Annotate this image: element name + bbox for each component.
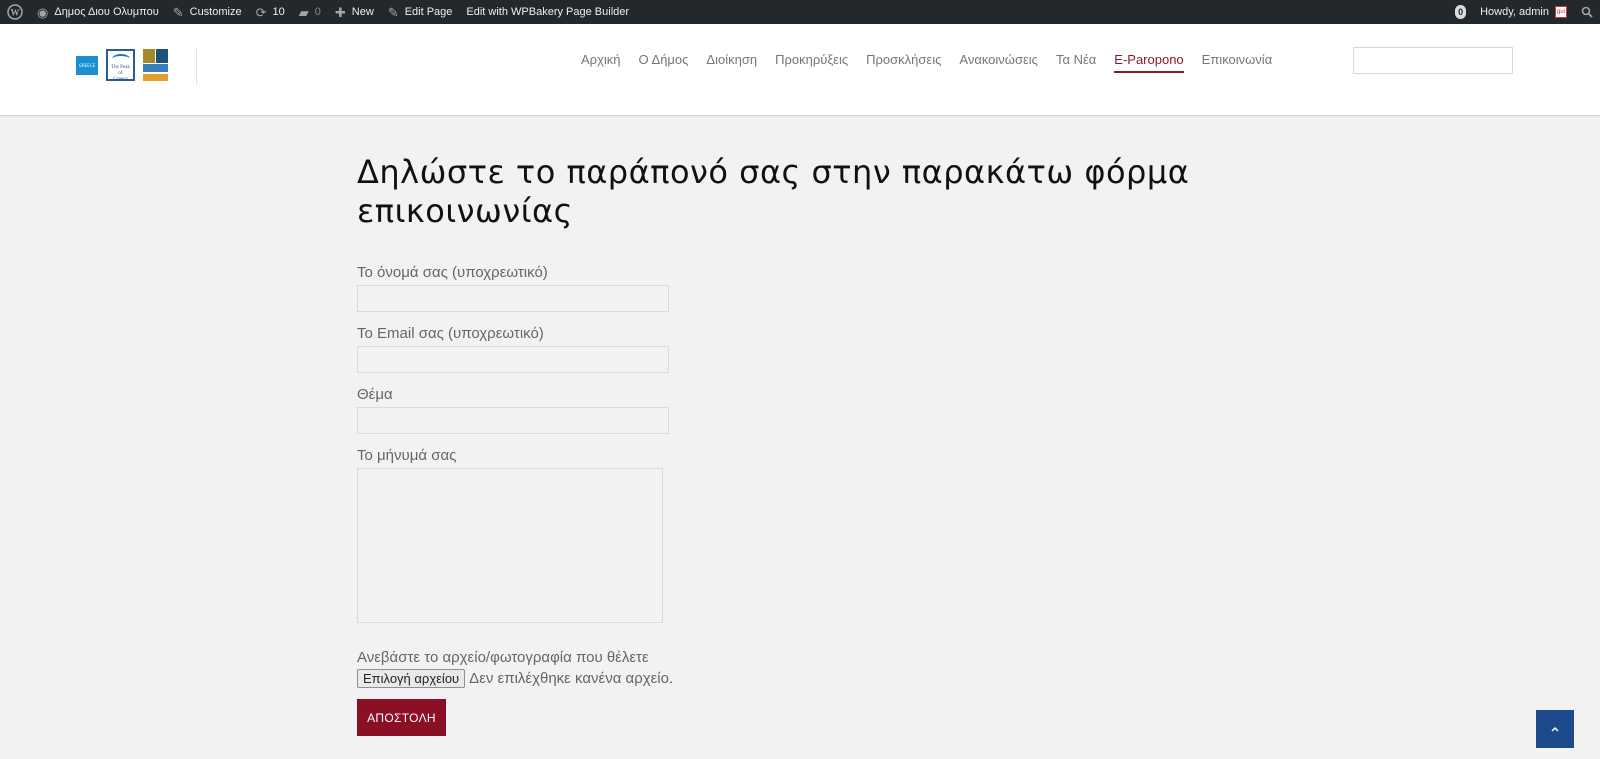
message-field-group: Το μήνυμά σας xyxy=(357,447,1257,623)
main-content: Δηλώστε το παράπονό σας στην παρακάτω φό… xyxy=(357,153,1257,736)
site-name-label: Δημος Διου Ολυμπου xyxy=(54,6,159,18)
logo-divider xyxy=(196,49,197,85)
subject-field-group: Θέμα xyxy=(357,386,1257,434)
plus-icon: ✚ xyxy=(334,4,346,20)
nav-item-invitations[interactable]: Προσκλήσεις xyxy=(866,52,941,73)
nav-item-e-paropono[interactable]: E-Paropono xyxy=(1114,52,1185,73)
peak-logo-line1: The Peak xyxy=(111,65,130,70)
nav-item-announcements-tenders[interactable]: Προκηρύξεις xyxy=(775,52,848,73)
nav-item-notices[interactable]: Ανακοινώσεις xyxy=(959,52,1038,73)
search-icon xyxy=(1581,6,1593,18)
submit-button[interactable]: ΑΠΟΣΤΟΛΗ xyxy=(357,699,446,736)
customize-link[interactable]: ✎ Customize xyxy=(166,0,249,24)
new-label: New xyxy=(351,6,374,18)
subject-label: Θέμα xyxy=(357,386,393,403)
file-status-text: Δεν επιλέχθηκε κανένα αρχείο. xyxy=(469,670,674,687)
site-search xyxy=(1353,47,1525,74)
pencil-icon: ✎ xyxy=(387,4,399,20)
back-to-top-button[interactable] xyxy=(1536,710,1574,748)
logo-group[interactable]: GREECE The Peak of Greece xyxy=(76,49,169,83)
logo-band-blue xyxy=(143,64,168,72)
wordpress-logo-button[interactable]: W xyxy=(0,0,30,24)
choose-file-button[interactable]: Επιλογή αρχείου xyxy=(357,669,466,688)
main-nav: Αρχική Ο Δήμος Διοίκηση Προκηρύξεις Προσ… xyxy=(581,52,1290,73)
wp-admin-bar: W ◉ Δημος Διου Ολυμπου ✎ Customize ⟳ 10 … xyxy=(0,0,1600,24)
edit-builder-label: Edit with WPBakery Page Builder xyxy=(466,6,630,18)
wordpress-icon: W xyxy=(7,4,23,20)
notification-count: 0 xyxy=(1455,5,1467,19)
wave-icon xyxy=(112,54,130,64)
chevron-up-icon xyxy=(1551,726,1559,732)
name-label: Το όνομά σας (υποχρεωτικό) xyxy=(357,264,548,281)
nav-item-news[interactable]: Τα Νέα xyxy=(1056,52,1096,73)
upload-label: Ανεβάστε το αρχείο/φωτογραφία που θέλετε xyxy=(357,649,649,666)
file-upload-group: Ανεβάστε το αρχείο/φωτογραφία που θέλετε… xyxy=(357,649,1257,688)
message-label: Το μήνυμά σας xyxy=(357,447,457,464)
peak-of-greece-logo[interactable]: The Peak of Greece xyxy=(106,49,135,83)
notifications-button[interactable]: 0 xyxy=(1448,0,1473,24)
nav-item-administration[interactable]: Διοίκηση xyxy=(706,52,757,73)
subject-input[interactable] xyxy=(357,407,669,434)
svg-text:W: W xyxy=(11,8,20,18)
site-header: GREECE The Peak of Greece Αρχική Ο Δήμος… xyxy=(0,24,1600,116)
email-field-group: Το Email σας (υποχρεωτικό) xyxy=(357,325,1257,373)
updates-count: 10 xyxy=(272,6,285,18)
email-label: Το Email σας (υποχρεωτικό) xyxy=(357,325,544,342)
logo-band-orange xyxy=(143,74,168,81)
customize-label: Customize xyxy=(189,6,242,18)
peak-logo-text: The Peak of Greece xyxy=(108,65,133,83)
message-textarea[interactable] xyxy=(357,468,663,623)
name-input[interactable] xyxy=(357,285,669,312)
greece-logo[interactable]: GREECE xyxy=(76,49,98,81)
greece-logo-text: GREECE xyxy=(76,56,98,75)
nav-item-home[interactable]: Αρχική xyxy=(581,52,621,73)
howdy-label: Howdy, admin xyxy=(1480,6,1549,18)
brush-icon: ✎ xyxy=(172,4,184,20)
site-name-link[interactable]: ◉ Δημος Διου Ολυμπου xyxy=(30,0,166,24)
edit-with-builder-link[interactable]: Edit with WPBakery Page Builder xyxy=(459,0,636,24)
nav-item-municipality[interactable]: Ο Δήμος xyxy=(639,52,689,73)
complaint-form: Το όνομά σας (υποχρεωτικό) Το Email σας … xyxy=(357,264,1257,736)
logo-top-strip xyxy=(76,49,98,53)
search-input[interactable] xyxy=(1370,48,1525,73)
updates-link[interactable]: ⟳ 10 xyxy=(249,0,292,24)
edit-page-label: Edit Page xyxy=(404,6,453,18)
logo-square-navy xyxy=(156,49,168,63)
dashboard-icon: ◉ xyxy=(37,4,49,20)
comments-link[interactable]: ▰ 0 xyxy=(292,0,328,24)
updates-icon: ⟳ xyxy=(255,4,267,20)
page-title: Δηλώστε το παράπονό σας στην παρακάτω φό… xyxy=(357,153,1190,230)
my-account-link[interactable]: Howdy, admin gui xyxy=(1473,0,1574,24)
municipality-logo[interactable] xyxy=(143,49,169,83)
name-field-group: Το όνομά σας (υποχρεωτικό) xyxy=(357,264,1257,312)
peak-logo-line3: Greece xyxy=(113,77,128,82)
logo-square-gold xyxy=(143,49,155,63)
peak-logo-line2: of xyxy=(118,71,123,76)
edit-page-link[interactable]: ✎ Edit Page xyxy=(381,0,460,24)
nav-item-contact[interactable]: Επικοινωνία xyxy=(1202,52,1273,73)
email-input[interactable] xyxy=(357,346,669,373)
avatar: gui xyxy=(1555,6,1567,18)
comment-icon: ▰ xyxy=(298,4,309,20)
comments-count: 0 xyxy=(314,6,321,18)
file-input-row: Επιλογή αρχείου Δεν επιλέχθηκε κανένα αρ… xyxy=(357,669,1257,688)
new-content-link[interactable]: ✚ New xyxy=(328,0,381,24)
admin-search-button[interactable] xyxy=(1574,0,1600,24)
